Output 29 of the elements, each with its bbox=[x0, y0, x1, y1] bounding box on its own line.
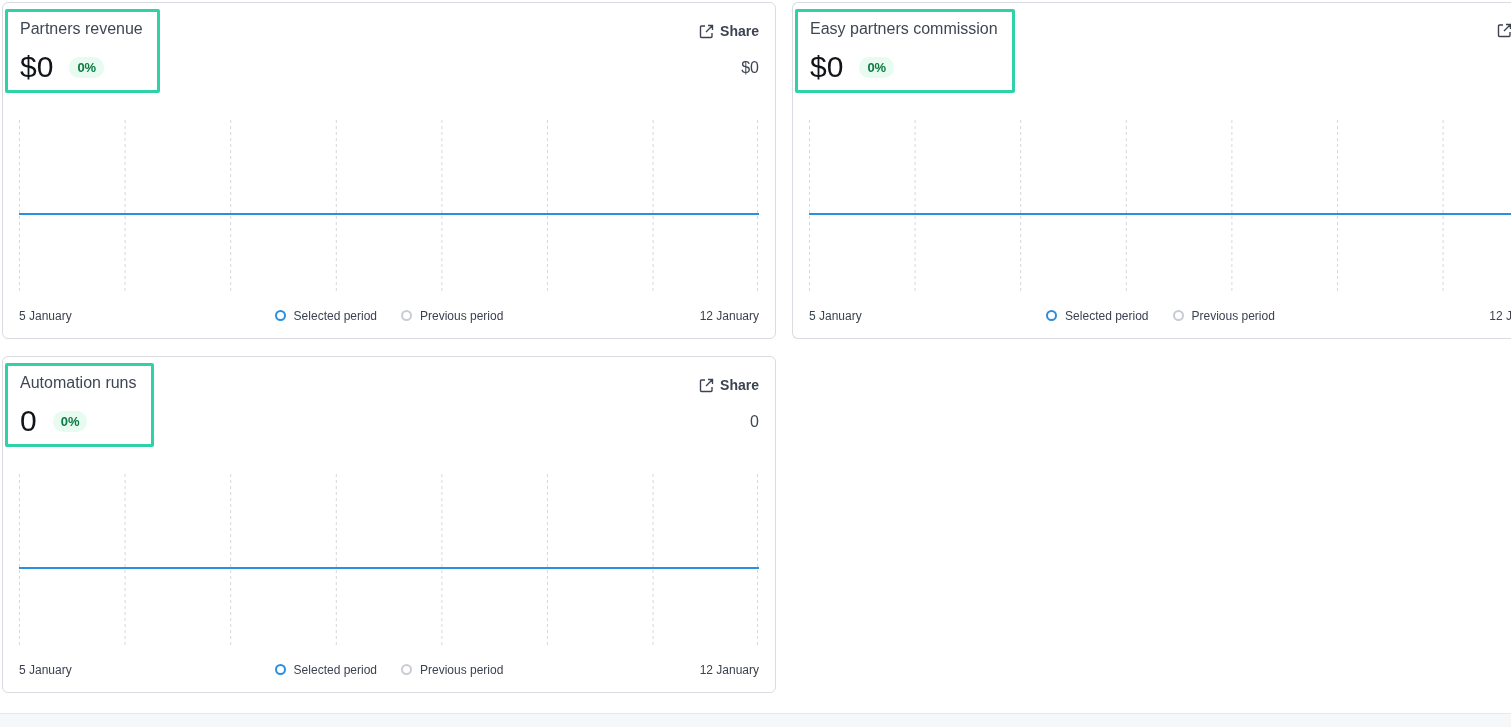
axis-end-label: 12 January bbox=[699, 662, 759, 677]
legend-label: Previous period bbox=[420, 662, 504, 677]
axis-start-label: 5 January bbox=[19, 662, 73, 677]
change-badge: 0% bbox=[859, 56, 895, 78]
axis-end-label: 12 J bbox=[1489, 308, 1511, 323]
external-link-icon bbox=[699, 377, 715, 393]
metric-value: $0 bbox=[810, 50, 844, 84]
metric-value: $0 bbox=[20, 50, 54, 84]
axis-end-label: 12 January bbox=[699, 308, 759, 323]
share-button[interactable] bbox=[1497, 23, 1511, 38]
axis-start-label: 5 January bbox=[19, 308, 73, 323]
legend-label: Selected period bbox=[1065, 308, 1149, 323]
legend-label: Previous period bbox=[1191, 308, 1275, 323]
external-link-icon bbox=[1497, 23, 1511, 38]
previous-value: $0 bbox=[741, 59, 759, 77]
share-button[interactable]: Share bbox=[699, 23, 759, 39]
card-title: Partners revenue bbox=[20, 20, 143, 38]
axis-start-label: 5 January bbox=[809, 308, 863, 323]
legend-label: Previous period bbox=[420, 308, 504, 323]
legend-label: Selected period bbox=[293, 308, 377, 323]
previous-value: 0 bbox=[750, 413, 759, 431]
share-button[interactable]: Share bbox=[699, 377, 759, 393]
legend-label: Selected period bbox=[293, 662, 377, 677]
change-badge: 0% bbox=[69, 56, 105, 78]
card-title: Automation runs bbox=[20, 374, 137, 392]
external-link-icon bbox=[699, 23, 715, 39]
card-title: Easy partners commission bbox=[810, 20, 998, 38]
metric-value: 0 bbox=[20, 404, 37, 438]
change-badge: 0% bbox=[52, 410, 88, 432]
